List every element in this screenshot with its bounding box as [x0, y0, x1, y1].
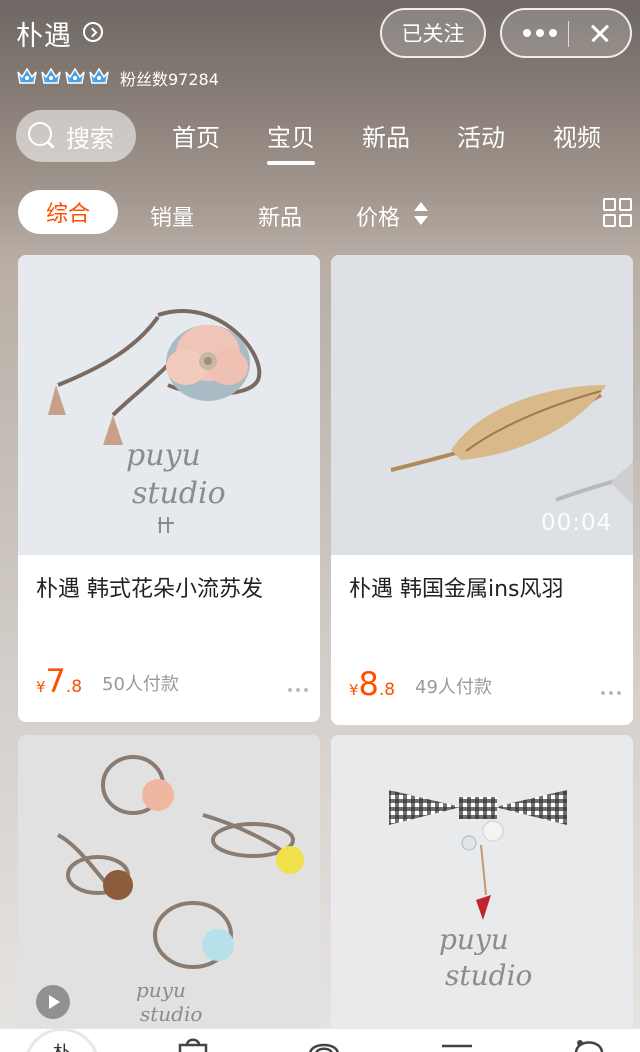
- crown-icon: [40, 66, 62, 86]
- sold-count: 49人付款: [415, 677, 492, 698]
- watermark-studio: studio: [140, 1002, 202, 1026]
- video-duration: 00:04: [541, 510, 613, 536]
- play-icon[interactable]: [36, 985, 70, 1019]
- product-image[interactable]: puyu studio: [18, 255, 320, 555]
- category-tab-icon[interactable]: [176, 1037, 210, 1052]
- service-tab-icon[interactable]: [572, 1033, 606, 1052]
- sort-new[interactable]: 新品: [258, 200, 302, 232]
- avatar-text: 朴: [27, 1039, 97, 1052]
- sort-bar: 综合 销量 新品 价格: [0, 188, 640, 238]
- live-tab-icon[interactable]: [304, 1035, 344, 1052]
- search-label: 搜索: [66, 124, 114, 153]
- tab-events[interactable]: 活动: [457, 118, 505, 153]
- watermark-puyu: puyu: [439, 923, 509, 956]
- more-options-icon[interactable]: [288, 688, 308, 692]
- capsule-divider: [568, 21, 569, 47]
- sold-count: 50人付款: [102, 674, 179, 695]
- shop-name[interactable]: 朴遇: [16, 14, 72, 53]
- tab-home[interactable]: 首页: [172, 118, 220, 153]
- sort-sales[interactable]: 销量: [150, 200, 194, 232]
- product-video-thumbnail[interactable]: 00:04: [331, 255, 633, 555]
- sort-price[interactable]: 价格: [356, 200, 400, 232]
- shop-nav: 搜索 首页 宝贝 新品 活动 视频: [0, 108, 640, 165]
- shop-header: 朴遇 粉丝数97284 已关注: [0, 0, 640, 100]
- tab-new[interactable]: 新品: [362, 118, 410, 153]
- search-button[interactable]: 搜索: [16, 110, 136, 162]
- shop-level-crowns: [16, 66, 110, 86]
- layout-grid-icon[interactable]: [603, 198, 635, 230]
- product-card[interactable]: puyu studio: [331, 735, 633, 1035]
- crown-icon: [16, 66, 38, 86]
- more-icon[interactable]: [518, 10, 562, 56]
- product-video-thumbnail[interactable]: puyu studio: [18, 735, 320, 1035]
- crown-icon: [88, 66, 110, 86]
- sort-default[interactable]: 综合: [18, 190, 118, 234]
- tab-products[interactable]: 宝贝: [267, 118, 315, 165]
- list-tab-icon[interactable]: [440, 1039, 474, 1052]
- close-icon[interactable]: [580, 13, 620, 53]
- product-price: ¥8.8: [349, 665, 396, 703]
- follow-button[interactable]: 已关注: [380, 8, 486, 58]
- tab-videos[interactable]: 视频: [553, 118, 601, 153]
- watermark-puyu: puyu: [126, 438, 201, 473]
- miniapp-capsule: [500, 8, 632, 58]
- crown-icon: [64, 66, 86, 86]
- sort-arrows-icon[interactable]: [414, 202, 428, 228]
- shop-info-arrow-icon[interactable]: [83, 22, 103, 42]
- watermark-studio: studio: [132, 476, 226, 511]
- fans-count: 粉丝数97284: [120, 70, 219, 89]
- product-title: 朴遇 韩式花朵小流苏发: [36, 577, 263, 602]
- watermark-puyu: puyu: [136, 978, 186, 1002]
- product-title: 朴遇 韩国金属ins风羽: [349, 577, 564, 602]
- watermark-studio: studio: [445, 959, 532, 992]
- product-image[interactable]: puyu studio: [331, 735, 633, 1035]
- search-icon: [28, 122, 56, 150]
- product-price: ¥7.8: [36, 662, 83, 700]
- product-card[interactable]: puyu studio: [18, 735, 320, 1035]
- product-card[interactable]: puyu studio 朴遇 韩式花朵小流苏发 ¥7.8 50人付款: [18, 255, 320, 722]
- more-options-icon[interactable]: [601, 691, 621, 695]
- product-card[interactable]: 00:04 朴遇 韩国金属ins风羽 ¥8.8 49人付款: [331, 255, 633, 725]
